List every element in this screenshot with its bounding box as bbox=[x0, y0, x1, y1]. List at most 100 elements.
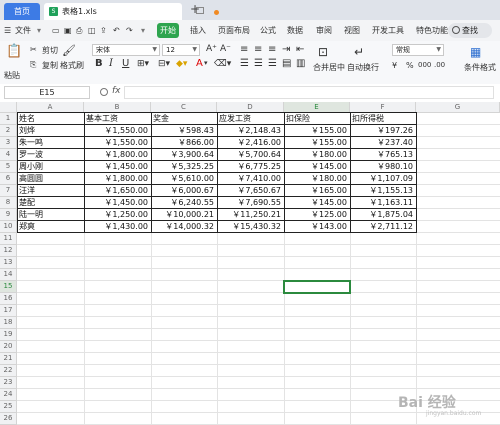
row-header-14[interactable]: 14 bbox=[0, 269, 17, 281]
hamburger-icon[interactable]: ☰ bbox=[4, 20, 11, 41]
copy-icon[interactable]: ⎘ bbox=[30, 60, 36, 70]
paste-icon[interactable]: 📋 bbox=[6, 44, 22, 59]
indent-icon[interactable]: ⇥ bbox=[282, 44, 290, 55]
cut-button[interactable]: 剪切 bbox=[42, 45, 58, 56]
export-icon[interactable]: ⇪ bbox=[100, 20, 107, 41]
zoom-icon[interactable] bbox=[100, 88, 108, 96]
redo-icon[interactable]: ↷ bbox=[126, 20, 133, 41]
conditional-format-icon[interactable]: ▦ bbox=[470, 45, 481, 59]
row-header-4[interactable]: 4 bbox=[0, 149, 17, 161]
conditional-format-button[interactable]: 条件格式 bbox=[464, 62, 496, 73]
new-tab-button[interactable]: + bbox=[190, 2, 200, 16]
undo-icon[interactable]: ↶ bbox=[113, 20, 120, 41]
row-header-2[interactable]: 2 bbox=[0, 125, 17, 137]
scissors-icon[interactable]: ✂ bbox=[30, 45, 37, 54]
align-bottom-icon[interactable]: ≡ bbox=[268, 44, 276, 55]
wrap-text-button[interactable]: 自动换行 bbox=[347, 62, 379, 73]
menu-developer[interactable]: 开发工具 bbox=[372, 20, 404, 41]
row-header-7[interactable]: 7 bbox=[0, 185, 17, 197]
row-header-25[interactable]: 25 bbox=[0, 401, 17, 413]
row-header-20[interactable]: 20 bbox=[0, 341, 17, 353]
format-painter-icon[interactable]: 🖌 bbox=[62, 44, 76, 57]
increase-font-icon[interactable]: A⁺ bbox=[206, 44, 217, 54]
row-header-17[interactable]: 17 bbox=[0, 305, 17, 317]
italic-button[interactable]: I bbox=[109, 58, 113, 69]
row-header-19[interactable]: 19 bbox=[0, 329, 17, 341]
save-icon[interactable]: ▣ bbox=[64, 20, 72, 41]
bold-button[interactable]: B bbox=[95, 58, 103, 69]
clear-format-icon[interactable]: ⌫▾ bbox=[214, 59, 231, 69]
align-left-icon[interactable]: ☰ bbox=[240, 58, 249, 69]
distribute-icon[interactable]: ▥ bbox=[296, 58, 305, 69]
menu-file[interactable]: 文件 bbox=[15, 20, 31, 41]
row-header-10[interactable]: 10 bbox=[0, 221, 17, 233]
percent-button[interactable]: % bbox=[406, 61, 414, 70]
row-header-8[interactable]: 8 bbox=[0, 197, 17, 209]
row-header-9[interactable]: 9 bbox=[0, 209, 17, 221]
open-icon[interactable]: ▭ bbox=[52, 20, 60, 41]
row-header-12[interactable]: 12 bbox=[0, 245, 17, 257]
fx-icon[interactable]: fx bbox=[112, 86, 121, 96]
merge-center-icon[interactable]: ⊡ bbox=[318, 45, 328, 59]
paste-button[interactable]: 粘贴 bbox=[4, 70, 20, 81]
row-header-23[interactable]: 23 bbox=[0, 377, 17, 389]
row-header-6[interactable]: 6 bbox=[0, 173, 17, 185]
copy-button[interactable]: 复制 bbox=[42, 60, 58, 71]
menu-formula[interactable]: 公式 bbox=[260, 20, 276, 41]
border-icon[interactable]: ⊞▾ bbox=[137, 59, 149, 69]
wrap-text-icon[interactable]: ↵ bbox=[354, 45, 364, 59]
format-painter-button[interactable]: 格式刷 bbox=[60, 60, 84, 71]
preview-icon[interactable]: ◫ bbox=[88, 20, 96, 41]
row-header-21[interactable]: 21 bbox=[0, 353, 17, 365]
row-header-24[interactable]: 24 bbox=[0, 389, 17, 401]
align-top-icon[interactable]: ≡ bbox=[240, 44, 248, 55]
menu-view[interactable]: 视图 bbox=[344, 20, 360, 41]
font-name-select[interactable]: 宋体 ▼ bbox=[92, 44, 160, 56]
merge-cells-icon[interactable]: ⊟▾ bbox=[158, 59, 170, 69]
merge-center-button[interactable]: 合并居中 bbox=[313, 62, 345, 73]
row-header-26[interactable]: 26 bbox=[0, 413, 17, 425]
tab-home[interactable]: 首页 bbox=[4, 3, 40, 20]
row-header-11[interactable]: 11 bbox=[0, 233, 17, 245]
column-header-g[interactable]: G bbox=[416, 102, 500, 113]
more-icon[interactable]: ▾ bbox=[141, 20, 145, 41]
chevron-down-icon[interactable]: ▾ bbox=[37, 20, 41, 41]
decrease-font-icon[interactable]: A⁻ bbox=[220, 44, 231, 54]
formula-input[interactable] bbox=[124, 86, 494, 99]
currency-button[interactable]: ¥ bbox=[392, 61, 397, 70]
decimal-icon[interactable]: .00 bbox=[434, 61, 445, 69]
thousands-sep-icon[interactable]: 000 bbox=[418, 61, 431, 69]
menu-data[interactable]: 数据 bbox=[287, 20, 303, 41]
underline-button[interactable]: U bbox=[122, 58, 129, 69]
row-header-18[interactable]: 18 bbox=[0, 317, 17, 329]
row-header-3[interactable]: 3 bbox=[0, 137, 17, 149]
align-middle-icon[interactable]: ≡ bbox=[254, 44, 262, 55]
menu-special[interactable]: 特色功能 bbox=[416, 20, 448, 41]
search-box[interactable]: 查找 bbox=[448, 23, 492, 38]
menu-start[interactable]: 开始 bbox=[157, 23, 179, 38]
row-header-13[interactable]: 13 bbox=[0, 257, 17, 269]
row-header-22[interactable]: 22 bbox=[0, 365, 17, 377]
tab-document[interactable]: S 表格1.xls bbox=[44, 3, 219, 20]
font-size-select[interactable]: 12 ▼ bbox=[162, 44, 200, 56]
row-header-1[interactable]: 1 bbox=[0, 113, 17, 125]
select-all-corner[interactable] bbox=[0, 102, 17, 113]
chevron-down-icon[interactable]: ▾ bbox=[204, 59, 208, 67]
fill-color-icon[interactable]: ◆▾ bbox=[176, 59, 187, 69]
menu-review[interactable]: 审阅 bbox=[316, 20, 332, 41]
align-center-icon[interactable]: ☰ bbox=[254, 58, 263, 69]
spreadsheet-grid[interactable]: A B C D E F G 1 2 3 4 5 6 7 8 9 10 11 12 13 14 15 16 17 18 19 20 21… bbox=[0, 102, 500, 425]
row-header-15[interactable]: 15 bbox=[0, 281, 17, 293]
menu-page-layout[interactable]: 页面布局 bbox=[218, 20, 250, 41]
number-format-select[interactable]: 常规 ▼ bbox=[392, 44, 444, 56]
selected-cell[interactable] bbox=[283, 280, 351, 294]
font-color-button[interactable]: A bbox=[196, 58, 203, 69]
name-box[interactable]: E15 bbox=[4, 86, 90, 99]
outdent-icon[interactable]: ⇤ bbox=[296, 44, 304, 55]
print-icon[interactable]: ⎙ bbox=[76, 20, 82, 41]
align-right-icon[interactable]: ☰ bbox=[268, 58, 277, 69]
row-header-5[interactable]: 5 bbox=[0, 161, 17, 173]
justify-icon[interactable]: ▤ bbox=[282, 58, 291, 69]
menu-insert[interactable]: 插入 bbox=[190, 20, 206, 41]
row-header-16[interactable]: 16 bbox=[0, 293, 17, 305]
